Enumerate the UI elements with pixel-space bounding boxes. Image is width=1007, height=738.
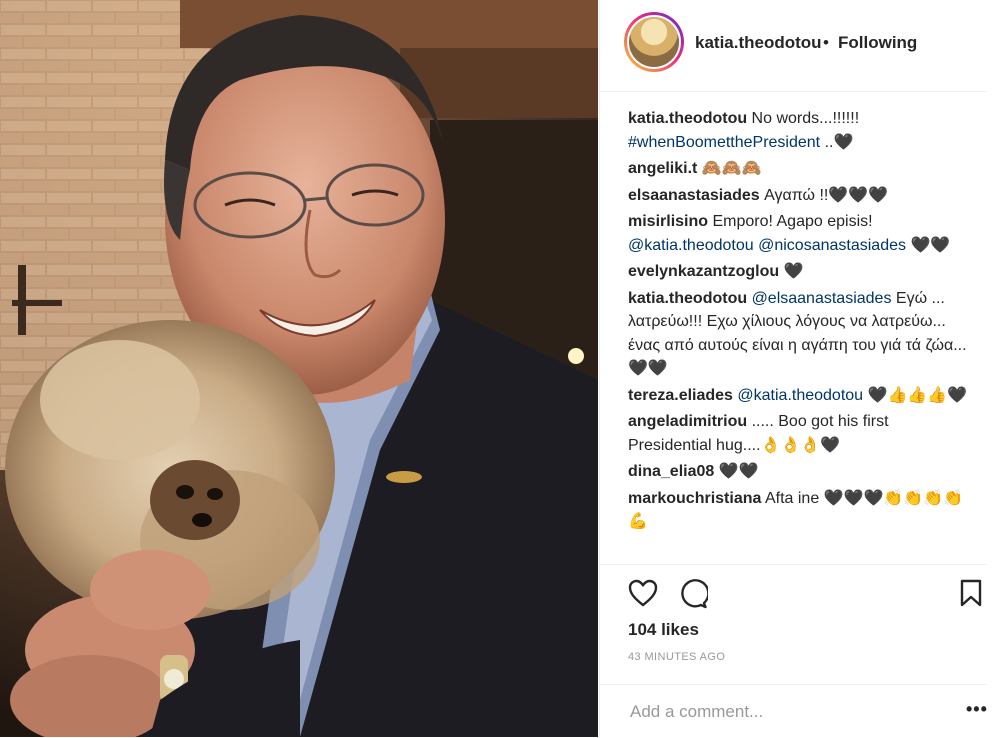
more-options-icon[interactable]: •••	[966, 699, 988, 720]
post-username[interactable]: katia.theodotou	[695, 33, 822, 53]
hashtag-link[interactable]: #whenBoometthePresident	[628, 134, 820, 151]
mention-link[interactable]: @elsaanastasiades	[752, 290, 892, 307]
comment-text: 🖤	[779, 263, 804, 280]
comment: elsaanastasiades Αγαπώ !!🖤🖤🖤	[628, 184, 973, 208]
comment: katia.theodotou @elsaanastasiades Εγώ ..…	[628, 287, 973, 381]
post-panel: katia.theodotou • Following katia.theodo…	[599, 0, 987, 737]
comment-username[interactable]: katia.theodotou	[628, 110, 747, 127]
story-ring[interactable]	[624, 12, 684, 72]
likes-count[interactable]: 104 likes	[628, 620, 699, 640]
comments-list: katia.theodotou No words...!!!!!! #whenB…	[628, 107, 973, 537]
comment-icon[interactable]	[678, 579, 710, 614]
comment-text: Emporo! Agapo episis!	[708, 213, 873, 230]
mention-link[interactable]: @katia.theodotou @nicosanastasiades	[628, 237, 906, 254]
comment: tereza.eliades @katia.theodotou 🖤👍👍👍🖤	[628, 384, 973, 408]
post-timestamp[interactable]: 43 MINUTES AGO	[628, 651, 725, 663]
bookmark-icon[interactable]	[960, 579, 982, 612]
comment-text-tail: 🖤👍👍👍🖤	[863, 386, 968, 404]
comment-text: 🙈🙈🙈	[697, 160, 762, 177]
comment-username[interactable]: angeliki.t	[628, 160, 697, 177]
comment-text: 🖤🖤	[714, 463, 759, 480]
comment: angeladimitriou ..... Boo got his first …	[628, 410, 973, 457]
comment-username[interactable]: markouchristiana	[628, 490, 761, 507]
add-comment-bar: •••	[600, 684, 987, 738]
post-photo[interactable]	[0, 0, 598, 737]
comment: misirlisino Emporo! Agapo episis! @katia…	[628, 210, 973, 257]
separator-dot: •	[823, 33, 829, 52]
post-photo-illustration	[0, 0, 598, 737]
comment-input[interactable]	[628, 699, 942, 725]
comment-username[interactable]: tereza.eliades	[628, 387, 733, 404]
heart-icon[interactable]	[628, 579, 658, 612]
comment-text: No words...!!!!!!	[747, 110, 860, 127]
follow-button[interactable]: Following	[838, 33, 917, 53]
comment: angeliki.t 🙈🙈🙈	[628, 157, 973, 181]
comment: dina_elia08 🖤🖤	[628, 460, 973, 484]
mention-link[interactable]: @katia.theodotou	[737, 387, 863, 404]
comment-username[interactable]: dina_elia08	[628, 463, 714, 480]
post-header: katia.theodotou • Following	[600, 0, 987, 92]
comment-username[interactable]: katia.theodotou	[628, 290, 747, 307]
action-bar	[600, 564, 987, 615]
comment: evelynkazantzoglou 🖤	[628, 260, 973, 284]
comment-username[interactable]: evelynkazantzoglou	[628, 263, 779, 280]
comment-username[interactable]: angeladimitriou	[628, 413, 747, 430]
comment: markouchristiana Afta ine 🖤🖤🖤👏👏👏👏💪	[628, 487, 973, 534]
comment-username[interactable]: misirlisino	[628, 213, 708, 230]
profile-avatar[interactable]	[627, 15, 681, 69]
comment-username[interactable]: elsaanastasiades	[628, 187, 760, 204]
comment-text: Αγαπώ !!🖤🖤🖤	[759, 186, 889, 204]
comment-text-tail: ..🖤	[820, 133, 854, 151]
comment-text-tail: 🖤🖤	[906, 236, 951, 254]
comment: katia.theodotou No words...!!!!!! #whenB…	[628, 107, 973, 154]
